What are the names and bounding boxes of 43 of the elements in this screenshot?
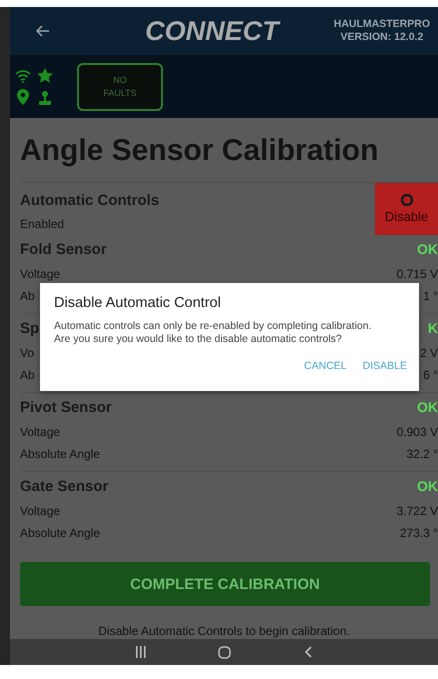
wifi-icon [15, 68, 31, 82]
location-pin-icon [17, 89, 29, 105]
dialog-button[interactable]: DISABLE [358, 356, 411, 376]
sensor-name: Sp [20, 320, 40, 337]
reading-label: Absolute Angle [20, 526, 100, 540]
app-logo: CONNECT [144, 16, 282, 46]
reading-value: 0.715 V [396, 267, 438, 281]
version-text: HAULMASTERPRO [334, 18, 430, 31]
dialog-button[interactable]: CANCEL [300, 356, 351, 376]
reading-label: Absolute Angle [20, 447, 100, 461]
reading-value: 6 ° [423, 368, 438, 382]
sensor-status: OK [417, 399, 438, 415]
back-arrow-icon[interactable] [36, 25, 50, 37]
reading-value: 1 ° [423, 289, 438, 303]
sensor-name: Pivot Sensor [20, 399, 112, 416]
reading-value: 0.903 V [396, 425, 438, 439]
status-text: Enabled [20, 217, 66, 231]
reading-label: Voltage [20, 267, 60, 281]
reading-value: 2 V [420, 346, 438, 360]
star-icon [37, 68, 53, 83]
sensor-status: OK [417, 241, 438, 257]
reading-label: Ab [20, 289, 35, 303]
home-icon[interactable] [218, 646, 232, 658]
section-title: Automatic Controls [20, 192, 160, 209]
hint-text: Disable Automatic Controls to begin calibration. [97, 624, 351, 638]
disable-button[interactable]: Disable [375, 183, 438, 235]
reading-label: Voltage [20, 504, 60, 518]
reading-value: 3.722 V [396, 504, 438, 518]
reading-label: Voltage [20, 425, 60, 439]
sensor-status: OK [417, 478, 438, 494]
faults-indicator: NO FAULTS [77, 62, 163, 110]
back-icon[interactable] [304, 646, 312, 658]
sensor-status: K [428, 320, 438, 336]
sensor-name: Gate Sensor [20, 478, 108, 495]
version-text: VERSION: 12.0.2 [340, 31, 424, 44]
recent-apps-icon[interactable] [136, 646, 146, 658]
reading-value: 273.3 ° [400, 526, 438, 540]
dialog-message: Automatic controls can only be re-enabled by completing calibration. Are you sure you would like to the disable automatic controls? [54, 320, 373, 346]
reading-label: Vo [20, 346, 34, 360]
sensor-name: Fold Sensor [20, 241, 107, 258]
reading-label: Ab [20, 368, 35, 382]
dialog-title: Disable Automatic Control [54, 295, 222, 311]
reading-value: 32.2 ° [406, 447, 438, 461]
